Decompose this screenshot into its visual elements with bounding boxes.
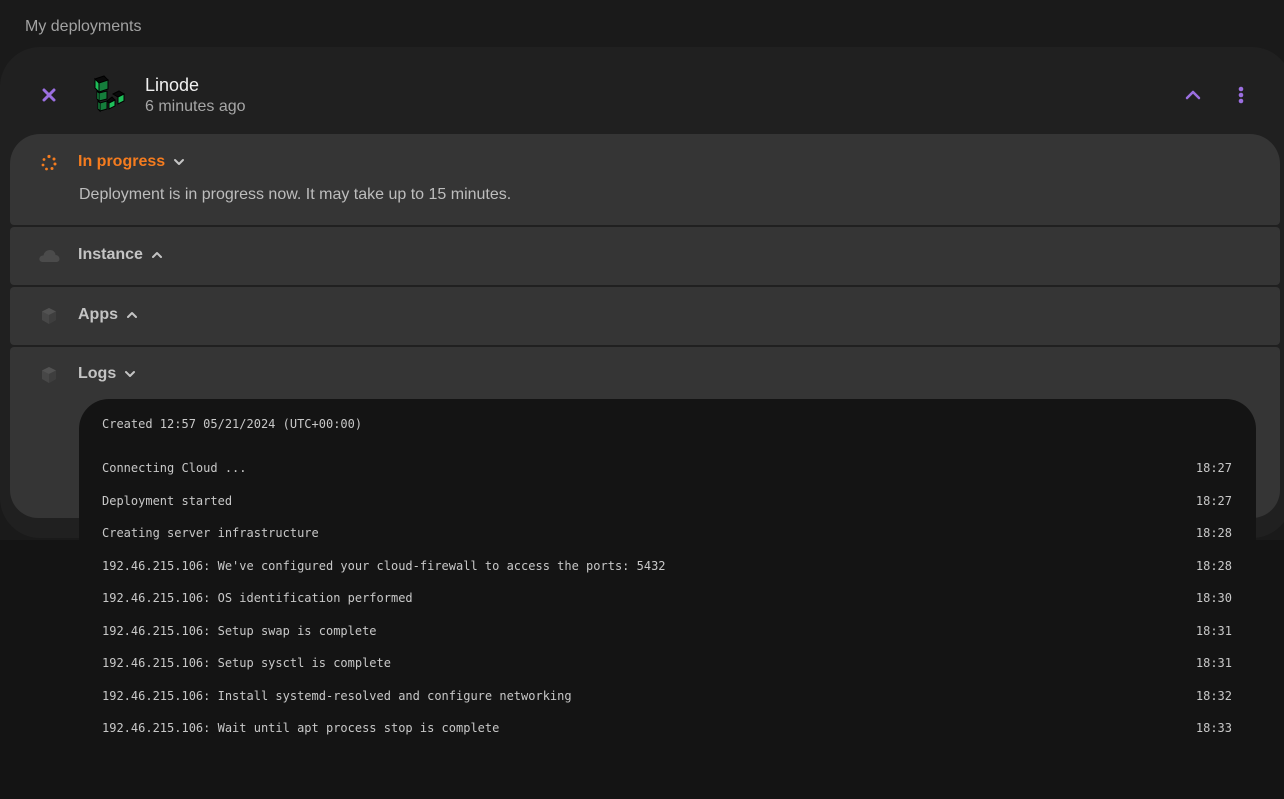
log-time: 18:31: [1195, 656, 1232, 670]
status-description: Deployment is in progress now. It may ta…: [79, 186, 512, 203]
log-message: 192.46.215.106: Wait until apt process s…: [102, 721, 500, 735]
deployment-time-ago: 6 minutes ago: [145, 98, 246, 115]
log-message: 192.46.215.106: We've configured your cl…: [102, 558, 666, 573]
chevron-up-icon: [151, 252, 162, 258]
deployment-header: Linode 6 minutes ago: [0, 47, 1284, 134]
linode-logo: [90, 75, 128, 115]
more-vertical-icon: [1238, 86, 1244, 104]
chevron-up-icon: [1185, 90, 1201, 100]
log-entry: 192.46.215.106: Setup sysctl is complete…: [102, 656, 1232, 689]
log-entry: Connecting Cloud ... 18:27: [102, 461, 1232, 494]
log-message: Connecting Cloud ...: [102, 461, 247, 475]
status-section: In progress Deployment is in progress no…: [10, 134, 1280, 225]
log-time: 18:33: [1195, 721, 1232, 735]
logs-toggle[interactable]: Logs: [78, 365, 136, 383]
chevron-up-icon: [127, 312, 137, 318]
close-icon: [42, 88, 56, 102]
page-title: My deployments: [25, 18, 142, 35]
log-message: Creating server infrastructure: [102, 526, 319, 540]
log-message: 192.46.215.106: Install systemd-resolved…: [102, 688, 572, 703]
log-entry: 192.46.215.106: We've configured your cl…: [102, 559, 1232, 592]
apps-toggle[interactable]: Apps: [78, 306, 138, 324]
log-time: 18:28: [1195, 558, 1232, 573]
apps-section: Apps: [10, 287, 1280, 345]
log-entry: Creating server infrastructure 18:28: [102, 526, 1232, 559]
log-time: 18:28: [1195, 526, 1232, 540]
log-time: 18:27: [1195, 493, 1232, 508]
log-message: 192.46.215.106: Setup swap is complete: [102, 623, 377, 638]
log-entry: Deployment started 18:27: [102, 494, 1232, 527]
status-label: In progress: [78, 153, 166, 170]
instance-toggle[interactable]: Instance: [78, 246, 163, 264]
log-time: 18:27: [1195, 461, 1232, 475]
log-entry: 192.46.215.106: Wait until apt process s…: [102, 721, 1232, 754]
instance-section: Instance: [10, 227, 1280, 285]
spinner-icon: [38, 152, 60, 174]
status-toggle[interactable]: In progress: [78, 153, 185, 171]
logs-created-timestamp: Created 12:57 05/21/2024 (UTC+00:00): [102, 417, 363, 431]
logs-label: Logs: [78, 365, 117, 382]
collapse-button[interactable]: [1180, 83, 1206, 107]
log-entry: 192.46.215.106: Setup swap is complete 1…: [102, 624, 1232, 657]
chevron-down-icon: [125, 371, 136, 377]
log-time: 18:32: [1195, 688, 1232, 703]
log-entry: 192.46.215.106: OS identification perfor…: [102, 591, 1232, 624]
log-message: 192.46.215.106: OS identification perfor…: [102, 591, 413, 605]
logs-panel[interactable]: Created 12:57 05/21/2024 (UTC+00:00) Con…: [79, 399, 1256, 799]
cloud-icon: [38, 245, 60, 267]
more-options-button[interactable]: [1230, 83, 1252, 107]
box-icon: [38, 364, 60, 386]
box-icon: [38, 305, 60, 327]
apps-label: Apps: [78, 306, 118, 323]
chevron-down-icon: [174, 159, 185, 165]
log-message: Deployment started: [102, 493, 233, 508]
close-button[interactable]: [38, 84, 60, 106]
log-list: Connecting Cloud ... 18:27 Deployment st…: [102, 461, 1232, 754]
deployment-name: Linode: [145, 75, 200, 95]
log-time: 18:31: [1195, 623, 1232, 638]
log-entry: 192.46.215.106: Install systemd-resolved…: [102, 689, 1232, 722]
log-message: 192.46.215.106: Setup sysctl is complete: [102, 656, 391, 670]
instance-label: Instance: [78, 246, 143, 263]
log-time: 18:30: [1195, 591, 1232, 605]
